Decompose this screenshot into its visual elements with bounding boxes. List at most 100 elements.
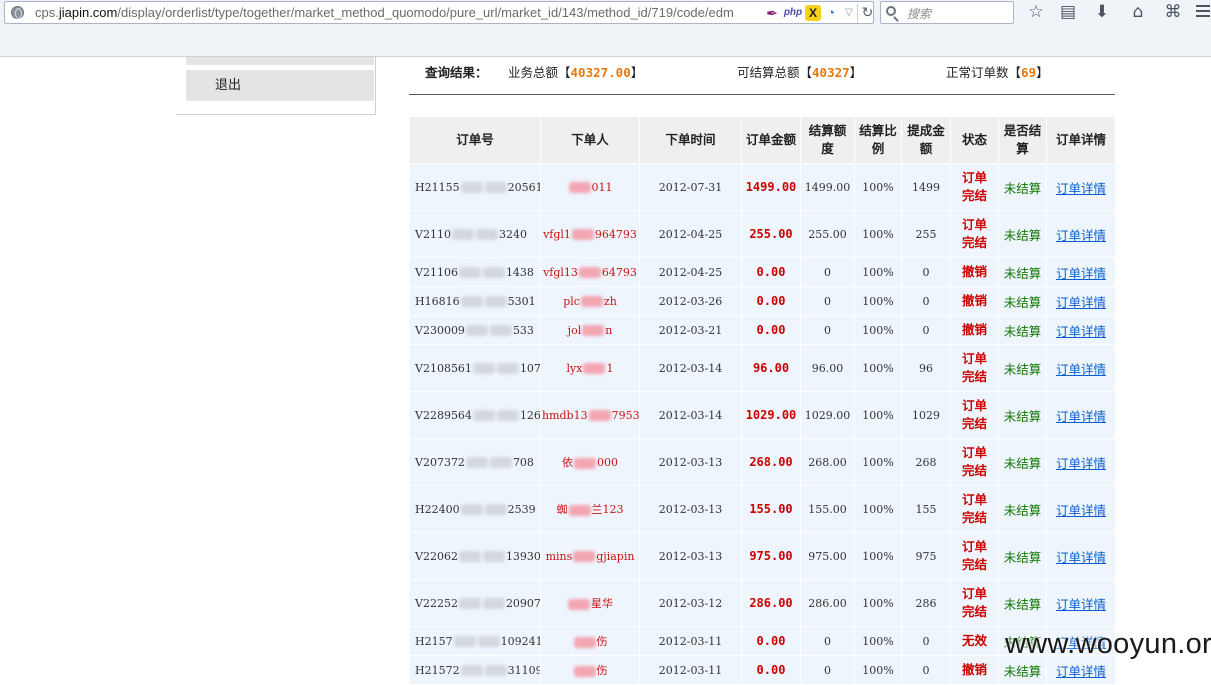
sidebar-item-logout[interactable]: 退出 (186, 70, 374, 101)
commission: 0 (901, 286, 951, 316)
settleable-label: 可结算总额 (737, 65, 800, 80)
header-order-amount: 订单金额 (741, 116, 801, 164)
order-amount: 0.00 (741, 286, 801, 316)
order-number: V21106 1438 (409, 257, 541, 287)
orderer: jol n (540, 315, 640, 345)
orderer: plc zh (540, 286, 640, 316)
order-detail-link[interactable]: 订单详情 (1056, 597, 1106, 612)
reading-list-icon[interactable]: ▤ (1057, 2, 1079, 22)
search-input[interactable]: 搜索 (907, 5, 931, 22)
order-time: 2012-03-12 (639, 579, 742, 627)
orderer: vfgl13 64793 (540, 257, 640, 287)
order-detail-link[interactable]: 订单详情 (1056, 295, 1106, 310)
order-status: 撤销 (950, 655, 999, 685)
dropdown-icon[interactable]: ▽ (843, 5, 855, 21)
order-time: 2012-03-21 (639, 315, 742, 345)
order-detail-link[interactable]: 订单详情 (1056, 550, 1106, 565)
commission: 0 (901, 257, 951, 287)
order-number: V2289564 126 (409, 391, 541, 439)
settle-ratio: 100% (854, 655, 902, 685)
order-detail-link[interactable]: 订单详情 (1056, 228, 1106, 243)
php-icon[interactable]: php (783, 5, 803, 21)
order-time: 2012-03-13 (639, 532, 742, 580)
commission: 1499 (901, 163, 951, 211)
order-detail-link[interactable]: 订单详情 (1056, 409, 1106, 424)
orderer: hmdb1379539 (540, 391, 640, 439)
order-number: V2110 3240 (409, 210, 541, 258)
settle-amount: 1499.00 (800, 163, 855, 211)
wave-icon[interactable]: ◔ (823, 5, 839, 21)
star-icon[interactable]: ☆ (1025, 2, 1047, 22)
order-detail-cell: 订单详情 (1046, 532, 1116, 580)
order-detail-cell: 订单详情 (1046, 485, 1116, 533)
commission: 96 (901, 344, 951, 392)
settleable-summary: 可结算总额【40327】 (737, 65, 863, 80)
address-bar[interactable]: cps.jiapin.com/display/orderlist/type/to… (4, 1, 874, 24)
crop-icon[interactable]: ⌘ (1162, 2, 1184, 22)
order-detail-link[interactable]: 订单详情 (1056, 181, 1106, 196)
settle-ratio: 100% (854, 315, 902, 345)
order-detail-link[interactable]: 订单详情 (1056, 324, 1106, 339)
reload-icon[interactable]: ↻ (857, 4, 877, 23)
order-number: V2108561 107 (409, 344, 541, 392)
header-status: 状态 (950, 116, 999, 164)
order-amount: 1499.00 (741, 163, 801, 211)
order-amount: 975.00 (741, 532, 801, 580)
total-business-label: 业务总额 (508, 65, 559, 80)
order-amount: 268.00 (741, 438, 801, 486)
table-row: V222522090729星华2012-03-12286.00286.00100… (409, 579, 1116, 627)
normal-orders-value: 69 (1021, 65, 1037, 80)
settle-amount: 0 (800, 257, 855, 287)
commission: 0 (901, 655, 951, 685)
settle-ratio: 100% (854, 391, 902, 439)
order-detail-link[interactable]: 订单详情 (1056, 503, 1106, 518)
x-addon-icon[interactable]: X (805, 5, 821, 21)
commission: 975 (901, 532, 951, 580)
header-detail: 订单详情 (1046, 116, 1116, 164)
sidebar-item-previous[interactable] (186, 57, 374, 65)
url-text[interactable]: cps.jiapin.com/display/orderlist/type/to… (35, 5, 734, 20)
order-time: 2012-03-13 (639, 438, 742, 486)
order-time: 2012-07-31 (639, 163, 742, 211)
order-amount: 0.00 (741, 257, 801, 287)
total-business-value: 40327.00 (570, 65, 631, 80)
search-box[interactable]: 搜索 (880, 1, 1014, 24)
globe-icon[interactable] (11, 6, 24, 19)
table-header-row: 订单号 下单人 下单时间 订单金额 结算额度 结算比例 提成金额 状态 是否结算… (409, 116, 1116, 164)
order-status: 撤销 (950, 286, 999, 316)
download-icon[interactable]: ⬇ (1091, 2, 1113, 22)
table-row: V2108561 107 lyx 1 2012-03-14 96.00 96.00 100% 9… (409, 344, 1116, 392)
order-time: 2012-03-11 (639, 655, 742, 685)
order-status: 订单完结 (950, 579, 999, 627)
settle-amount: 255.00 (800, 210, 855, 258)
watermark: www.wooyun.org (1005, 628, 1211, 660)
order-detail-cell: 订单详情 (1046, 579, 1116, 627)
order-time: 2012-03-13 (639, 485, 742, 533)
order-time: 2012-03-11 (639, 626, 742, 656)
order-detail-link[interactable]: 订单详情 (1056, 266, 1106, 281)
settle-amount: 0 (800, 315, 855, 345)
order-status: 撤销 (950, 315, 999, 345)
settled-status: 未结算 (998, 210, 1047, 258)
header-settled: 是否结算 (998, 116, 1047, 164)
settle-ratio: 100% (854, 163, 902, 211)
order-detail-link[interactable]: 订单详情 (1056, 456, 1106, 471)
orderer: 星华 (540, 579, 640, 627)
settled-status: 未结算 (998, 315, 1047, 345)
settle-amount: 155.00 (800, 485, 855, 533)
menu-icon[interactable] (1196, 5, 1210, 20)
search-icon[interactable] (886, 6, 896, 16)
commission: 1029 (901, 391, 951, 439)
settleable-value: 40327 (812, 65, 850, 80)
order-status: 订单完结 (950, 163, 999, 211)
header-commission: 提成金额 (901, 116, 951, 164)
settle-ratio: 100% (854, 626, 902, 656)
order-detail-link[interactable]: 订单详情 (1056, 362, 1106, 377)
feather-icon[interactable]: ✒ (765, 5, 779, 21)
table-row: V22062 13930 mins gjiapin 2012-03-13 975.00 97… (409, 532, 1116, 580)
header-order-no: 订单号 (409, 116, 541, 164)
home-icon[interactable]: ⌂ (1127, 2, 1149, 22)
order-detail-link[interactable]: 订单详情 (1056, 664, 1106, 679)
commission: 155 (901, 485, 951, 533)
order-number: V207372 708 (409, 438, 541, 486)
